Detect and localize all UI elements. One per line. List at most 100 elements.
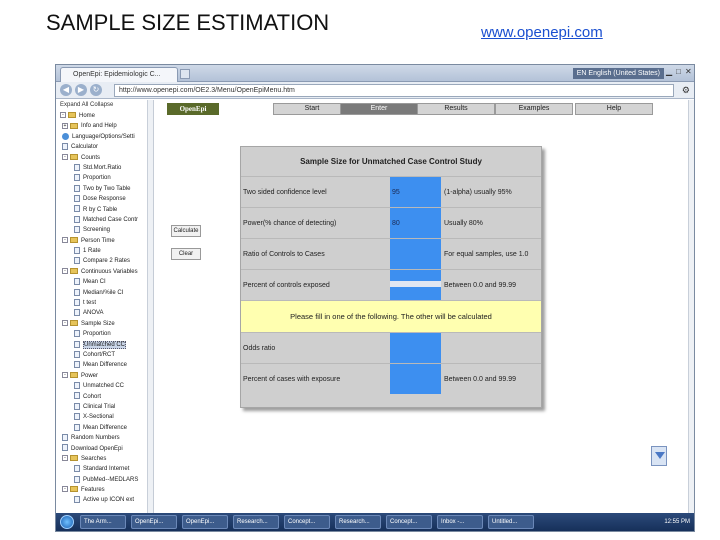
form-title: Sample Size for Unmatched Case Control S… (300, 157, 482, 166)
sidebar-item[interactable]: Random Numbers (56, 433, 153, 443)
sidebar-item[interactable]: Mean Difference (56, 360, 153, 370)
form-row-input[interactable] (390, 364, 441, 394)
sidebar-item[interactable]: Unmatched CC (56, 381, 153, 391)
document-icon (74, 215, 80, 223)
form-row-input[interactable] (390, 239, 441, 269)
form-row-label: Power(% chance of detecting) (243, 220, 337, 227)
taskbar-item[interactable]: The Arm... (80, 515, 126, 529)
taskbar-item[interactable]: Untitled... (488, 515, 534, 529)
download-arrow-icon[interactable] (651, 446, 667, 466)
tab-results[interactable]: Results (417, 103, 495, 115)
sidebar-item[interactable]: Std.Mort.Ratio (56, 163, 153, 173)
sidebar-item-label: Unmatched CC (83, 383, 125, 390)
form-row-input[interactable] (390, 270, 441, 300)
sidebar-scrollbar[interactable] (147, 100, 153, 515)
form-row-label: Odds ratio (243, 345, 276, 352)
sidebar-item[interactable]: - Person Time (56, 236, 153, 246)
sidebar-item[interactable]: R by C Table (56, 205, 153, 215)
sidebar-item[interactable]: Standard Internet (56, 464, 153, 474)
taskbar-item[interactable]: Concept... (386, 515, 432, 529)
sidebar-item[interactable]: Clinical Trial (56, 402, 153, 412)
sidebar-item-label: Std.Mort.Ratio (83, 164, 122, 171)
sidebar-item[interactable]: Mean CI (56, 277, 153, 287)
sidebar-item[interactable]: Screening (56, 225, 153, 235)
form-row-input[interactable] (390, 333, 441, 363)
sidebar-item[interactable]: Median/%ile CI (56, 288, 153, 298)
language-indicator[interactable]: EN English (United States) (572, 68, 664, 79)
sidebar-item[interactable]: - Searches (56, 454, 153, 464)
clear-button[interactable]: Clear (171, 248, 201, 260)
taskbar-item[interactable]: Research... (335, 515, 381, 529)
sidebar-item[interactable]: X-Sectional (56, 412, 153, 422)
collapse-icon[interactable]: - (62, 237, 68, 244)
sidebar-item[interactable]: Active up ICON ext (56, 495, 153, 505)
document-icon (74, 496, 80, 504)
expand-collapse-links[interactable]: Expand All Collapse (56, 100, 153, 111)
taskbar-item[interactable]: Inbox -... (437, 515, 483, 529)
forward-icon[interactable]: ▶ (75, 84, 87, 96)
form-row-input[interactable]: 95 (390, 177, 441, 207)
collapse-icon[interactable]: - (60, 112, 66, 119)
taskbar-item[interactable]: Research... (233, 515, 279, 529)
calculate-button[interactable]: Calculate (171, 225, 201, 237)
sidebar-item[interactable]: - Counts (56, 153, 153, 163)
document-icon (62, 143, 68, 151)
main-scrollbar[interactable] (688, 100, 694, 515)
sidebar-item[interactable]: Download OpenEpi (56, 444, 153, 454)
maximize-icon[interactable]: □ (676, 67, 684, 77)
tab-help[interactable]: Help (575, 103, 653, 115)
sidebar-item[interactable]: Two by Two Table (56, 184, 153, 194)
sidebar-item[interactable]: Matched Case Contr (56, 215, 153, 225)
document-icon (74, 402, 80, 410)
sidebar-item[interactable]: Compare 2 Rates (56, 256, 153, 266)
sidebar-item[interactable]: - Sample Size (56, 319, 153, 329)
sidebar-item[interactable]: Dose Response (56, 194, 153, 204)
sidebar-item[interactable]: - Continuous Variables (56, 267, 153, 277)
collapse-icon[interactable]: - (62, 372, 68, 379)
tab-examples[interactable]: Examples (495, 103, 573, 115)
sidebar-item[interactable]: Mean Difference (56, 423, 153, 433)
sidebar-item-label: Random Numbers (71, 435, 120, 442)
sidebar-item-label: Active up ICON ext (83, 497, 135, 504)
sidebar-item[interactable]: - Features (56, 485, 153, 495)
tab-enter[interactable]: Enter (340, 103, 418, 115)
sidebar-item[interactable]: Cohort/RCT (56, 350, 153, 360)
sidebar-item[interactable]: - Home (56, 111, 153, 121)
url-input[interactable]: http://www.openepi.com/OE2.3/Menu/OpenEp… (114, 84, 674, 97)
taskbar-item[interactable]: OpenEpi... (182, 515, 228, 529)
start-button[interactable] (60, 515, 74, 529)
collapse-icon[interactable]: - (62, 486, 68, 493)
sidebar-item[interactable]: Calculator (56, 142, 153, 152)
sidebar-item[interactable]: Language/Options/Setti (56, 132, 153, 142)
sidebar-item[interactable]: Proportion (56, 329, 153, 339)
reload-icon[interactable]: ↻ (90, 84, 102, 96)
sidebar-item[interactable]: + Info and Help (56, 121, 153, 131)
collapse-icon[interactable]: - (62, 268, 68, 275)
browser-tab[interactable]: OpenEpi: Epidemiologic C... (60, 67, 178, 82)
new-tab-button[interactable] (180, 69, 190, 79)
sidebar-item[interactable]: t test (56, 298, 153, 308)
sidebar-item[interactable]: Cohort (56, 392, 153, 402)
sidebar-item[interactable]: Proportion (56, 173, 153, 183)
input-highlight (390, 281, 441, 287)
sidebar-item-label: ANOVA (83, 310, 104, 317)
sidebar-item[interactable]: ANOVA (56, 308, 153, 318)
sidebar-item[interactable]: PubMed--MEDLARS (56, 475, 153, 485)
collapse-icon[interactable]: - (62, 320, 68, 327)
slide-link[interactable]: www.openepi.com (481, 24, 603, 41)
form-row-input[interactable]: 80 (390, 208, 441, 238)
form-row: Two sided confidence level 95 (1-alpha) us… (241, 176, 541, 207)
taskbar-item[interactable]: Concept... (284, 515, 330, 529)
expand-icon[interactable]: + (62, 122, 68, 129)
collapse-icon[interactable]: - (62, 153, 68, 160)
document-icon (74, 195, 80, 203)
sidebar-item[interactable]: - Power (56, 371, 153, 381)
collapse-icon[interactable]: - (62, 455, 68, 462)
back-icon[interactable]: ◀ (60, 84, 72, 96)
minimize-icon[interactable]: ▁ (666, 67, 674, 77)
wrench-icon[interactable]: ⚙ (682, 84, 690, 96)
taskbar-item[interactable]: OpenEpi... (131, 515, 177, 529)
sidebar-item[interactable]: Unmatched CC (56, 340, 153, 350)
close-icon[interactable]: ✕ (685, 67, 693, 77)
sidebar-item[interactable]: 1 Rate (56, 246, 153, 256)
